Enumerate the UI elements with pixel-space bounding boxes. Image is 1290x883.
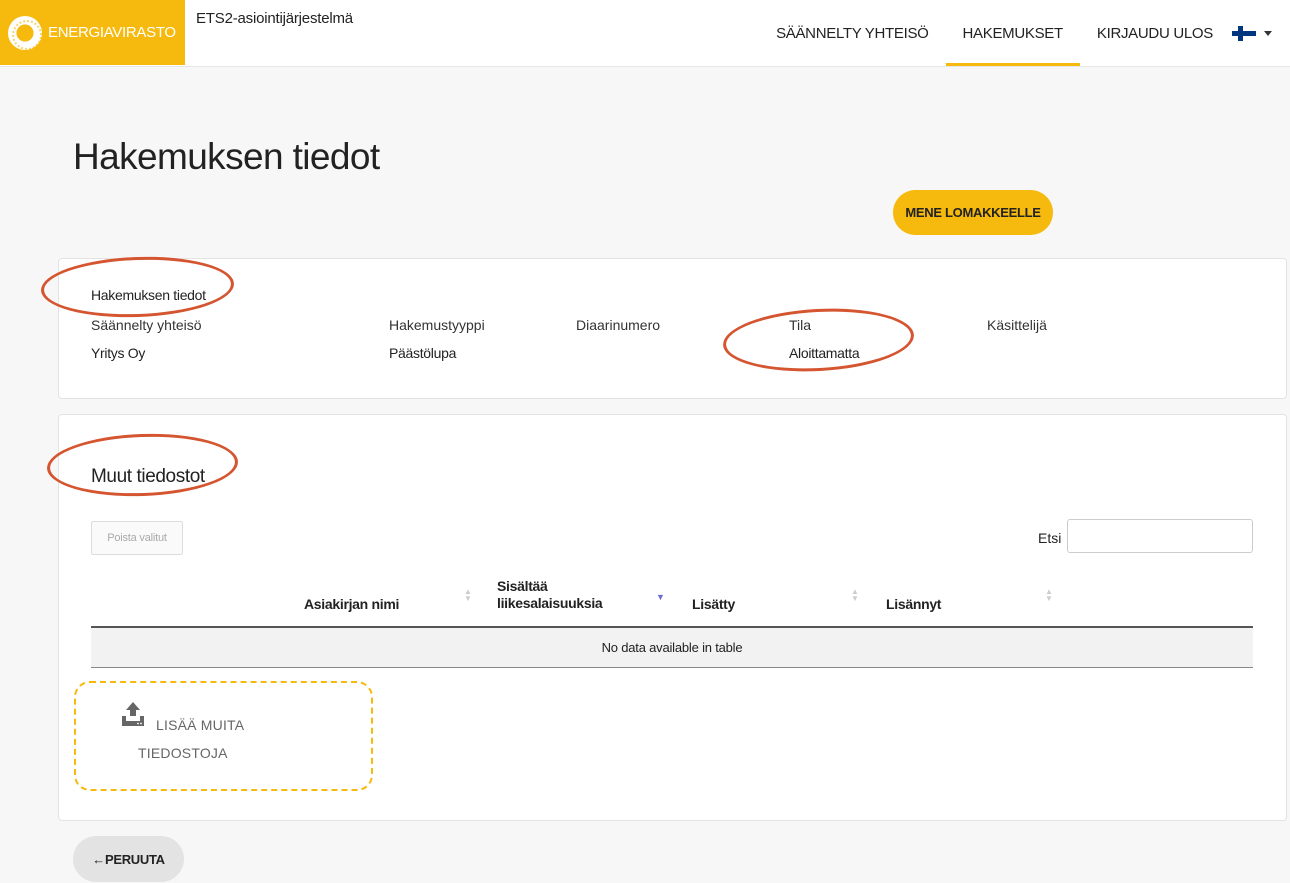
sort-icon: ▲ ▼ (851, 587, 859, 603)
sort-desc-icon: ▼ (656, 592, 665, 602)
upload-icon (122, 702, 144, 726)
upload-label-line2: TIEDOSTOJA (138, 745, 228, 761)
table-empty-row: No data available in table (91, 628, 1253, 668)
nav-kirjaudu-ulos[interactable]: KIRJAUDU ULOS (1080, 0, 1230, 66)
top-header: ENERGIAVIRASTO ETS2-asiointijärjestelmä … (0, 0, 1290, 67)
field-value-hakemustyyppi: Päästölupa (389, 345, 457, 361)
language-selector[interactable] (1230, 0, 1290, 66)
page-title: Hakemuksen tiedot (73, 136, 380, 177)
column-header-liikesalaisuuksia[interactable]: Sisältää liikesalaisuuksia (497, 578, 603, 612)
sort-icon: ▲ ▼ (464, 587, 472, 603)
go-to-form-button[interactable]: MENE LOMAKKEELLE (893, 190, 1053, 235)
column-header-asiakirjan-nimi[interactable]: Asiakirjan nimi (304, 596, 399, 613)
field-label-saannelty-yhteiso: Säännelty yhteisö (91, 317, 202, 333)
column-header-label: Lisännyt (886, 596, 942, 612)
delete-selected-button[interactable]: Poista valitut (91, 521, 183, 555)
field-label-diaarinumero: Diaarinumero (576, 317, 661, 333)
sort-icon: ▲ ▼ (1045, 587, 1053, 603)
nav-hakemukset[interactable]: HAKEMUKSET (945, 0, 1081, 66)
column-header-lisatty[interactable]: Lisätty (692, 596, 735, 613)
details-section-title: Hakemuksen tiedot (91, 287, 206, 303)
field-value-saannelty-yhteiso: Yritys Oy (91, 345, 146, 361)
column-header-label-line2: liikesalaisuuksia (497, 595, 603, 611)
column-header-label: Lisätty (692, 596, 736, 612)
app-name: ETS2-asiointijärjestelmä (196, 10, 353, 27)
files-section-title: Muut tiedostot (91, 466, 205, 487)
chevron-down-icon (1264, 30, 1272, 36)
search-input[interactable] (1067, 519, 1253, 553)
nav-saannelty-yhteiso[interactable]: SÄÄNNELTY YHTEISÖ (759, 0, 945, 66)
energiavirasto-logo-icon (8, 15, 42, 50)
add-files-dropzone[interactable]: LISÄÄ MUITA TIEDOSTOJA (74, 681, 373, 791)
field-label-hakemustyyppi: Hakemustyyppi (389, 317, 485, 333)
upload-label-line1: LISÄÄ MUITA (156, 717, 245, 733)
field-label-tila: Tila (789, 317, 812, 333)
finnish-flag-icon (1232, 25, 1256, 41)
field-label-kasittelija: Käsittelijä (987, 317, 1047, 333)
logo[interactable]: ENERGIAVIRASTO (0, 0, 185, 65)
application-details-card (58, 258, 1287, 399)
column-header-lisannyt[interactable]: Lisännyt (886, 596, 941, 613)
cancel-button[interactable]: ←PERUUTA (73, 836, 184, 882)
field-value-tila: Aloittamatta (789, 345, 860, 361)
column-header-label: Sisältää (497, 578, 548, 594)
search-label: Etsi (1038, 530, 1062, 546)
column-header-label: Asiakirjan nimi (304, 596, 400, 612)
logo-text: ENERGIAVIRASTO (48, 24, 176, 41)
main-nav: SÄÄNNELTY YHTEISÖ HAKEMUKSET KIRJAUDU UL… (759, 0, 1290, 66)
